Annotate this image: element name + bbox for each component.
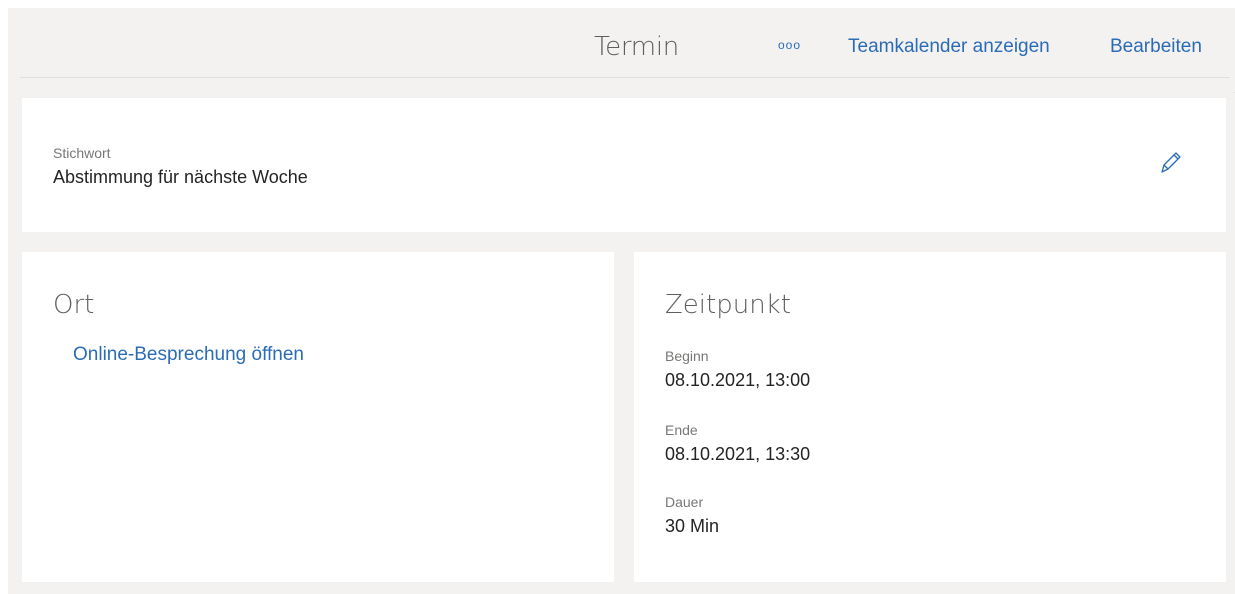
page-title: Termin: [594, 32, 679, 62]
duration-field: Dauer 30 Min: [665, 494, 719, 537]
subject-field: Stichwort Abstimmung für nächste Woche: [53, 145, 308, 188]
header-bar: Termin ooo Teamkalender anzeigen Bearbei…: [20, 8, 1230, 78]
duration-value: 30 Min: [665, 516, 720, 536]
pencil-icon[interactable]: [1156, 146, 1186, 176]
more-options-button[interactable]: ooo: [778, 38, 801, 52]
end-value: 08.10.2021, 13:30: [665, 444, 811, 464]
appointment-view: Termin ooo Teamkalender anzeigen Bearbei…: [8, 8, 1235, 594]
online-meeting-link[interactable]: Online-Besprechung öffnen: [73, 344, 304, 366]
subject-value: Abstimmung für nächste Woche: [53, 167, 308, 187]
team-calendar-button[interactable]: Teamkalender anzeigen: [848, 36, 1050, 58]
start-field: Beginn 08.10.2021, 13:00: [665, 348, 810, 391]
place-card: Ort Online-Besprechung öffnen: [22, 252, 614, 582]
start-label: Beginn: [665, 348, 709, 364]
edit-button[interactable]: Bearbeiten: [1110, 36, 1202, 58]
end-label: Ende: [665, 422, 698, 438]
time-title: Zeitpunkt: [665, 290, 791, 320]
start-value: 08.10.2021, 13:00: [665, 370, 811, 390]
time-card: Zeitpunkt Beginn 08.10.2021, 13:00 Ende …: [634, 252, 1226, 582]
subject-label: Stichwort: [53, 145, 111, 161]
place-title: Ort: [53, 290, 95, 320]
duration-label: Dauer: [665, 494, 704, 510]
subject-card: Stichwort Abstimmung für nächste Woche: [22, 98, 1226, 232]
end-field: Ende 08.10.2021, 13:30: [665, 422, 810, 465]
